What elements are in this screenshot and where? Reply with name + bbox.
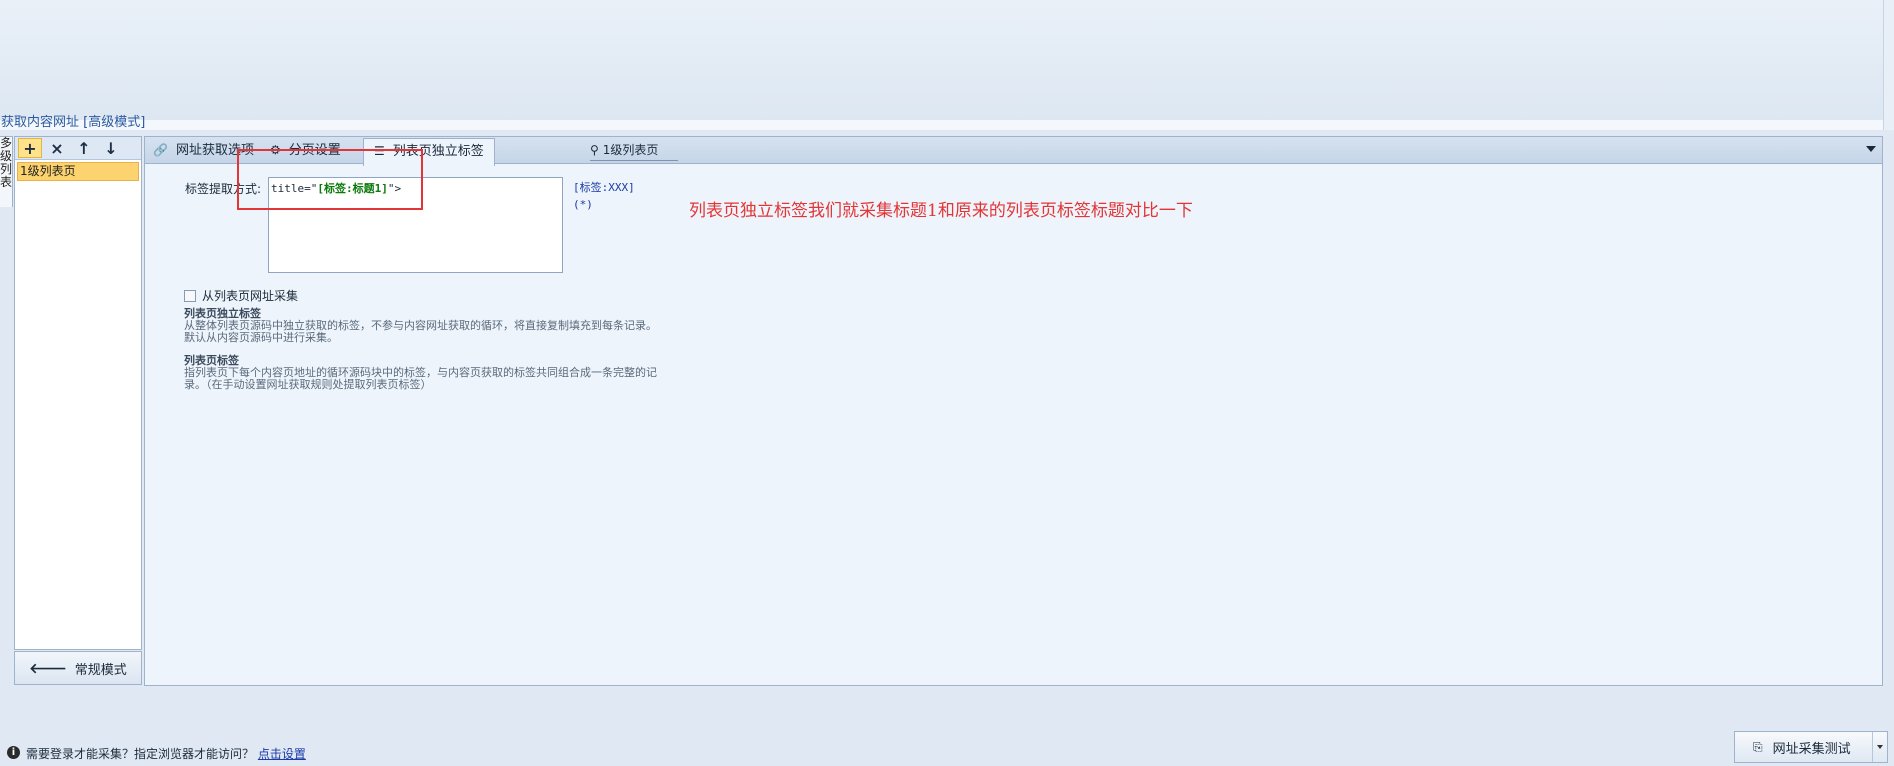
main-tab-panel: 🔗 网址获取选项 ⚙ 分页设置 ☰ 列表页独立标签 ⚲ 1级列表页 标签提取方式: ti… [144,136,1883,686]
url-collect-test-button[interactable]: ⎘ 网址采集测试 [1734,731,1888,763]
highlight-box [237,149,423,210]
delete-icon[interactable]: × [45,138,69,158]
tree-toolbar: + × ↑ ↓ [15,137,141,160]
description-text: 从整体列表页源码中独立获取的标签，不参与内容网址获取的循环，将直接复制填充到每条… [184,319,657,344]
link-icon: 🔗 [153,143,168,157]
top-band [0,0,1894,120]
collect-from-list-url[interactable]: 从列表页网址采集 [184,287,298,304]
list-tree-panel: + × ↑ ↓ 1级列表页 [14,136,142,650]
add-icon[interactable]: + [18,138,42,158]
tab-level1-list-page[interactable]: ⚲ 1级列表页 [590,140,678,161]
description-independent-tags: 列表页独立标签 从整体列表页源码中独立获取的标签，不参与内容网址获取的循环，将直… [184,308,659,344]
normal-mode-button[interactable]: 🡐 常规模式 [14,651,142,685]
chevron-down-icon[interactable] [1866,146,1876,152]
collect-from-list-url-checkbox[interactable] [184,289,196,302]
header-strip [0,120,1885,130]
tag-hints: [标签:XXX] (*) [573,179,635,213]
move-down-icon[interactable]: ↓ [99,138,123,158]
test-button-label: 网址采集测试 [1772,741,1851,757]
info-icon: i [7,746,20,759]
normal-mode-label: 常规模式 [74,662,127,678]
dropdown-caret-icon[interactable] [1877,745,1883,749]
split-divider [1872,732,1873,762]
click-settings-link[interactable]: 点击设置 [258,747,306,761]
hint-tag-xxx[interactable]: [标签:XXX] [573,179,635,196]
checkbox-label: 从列表页网址采集 [202,289,299,303]
scrollbar[interactable] [1883,0,1894,130]
section-title: 获取内容网址 [高级模式] [1,115,146,130]
annotation-text: 列表页独立标签我们就采集标题1和原来的列表页标签标题对比一下 [689,201,1193,221]
move-up-icon[interactable]: ↑ [72,138,96,158]
multi-level-list-strip[interactable]: 多 级 列 表 [0,136,13,207]
login-note: 需要登录才能采集？指定浏览器才能访问？ 点击设置 [26,745,306,762]
login-note-text: 需要登录才能采集？指定浏览器才能访问？ [26,747,255,761]
tree-item-level1-list[interactable]: 1级列表页 [17,162,139,181]
pin-icon: ⚲ [590,143,599,157]
description-text: 指列表页下每个内容页地址的循环源码块中的标签，与内容页获取的标签共同组合成一条完… [184,366,657,391]
page-tab-label: 1级列表页 [602,143,659,157]
description-list-tags: 列表页标签 指列表页下每个内容页地址的循环源码块中的标签，与内容页获取的标签共同… [184,355,659,391]
strip-char: 表 [0,175,13,189]
hint-wildcard[interactable]: (*) [573,196,635,213]
test-icon: ⎘ [1753,739,1763,754]
arrow-left-icon: 🡐 [29,660,67,677]
